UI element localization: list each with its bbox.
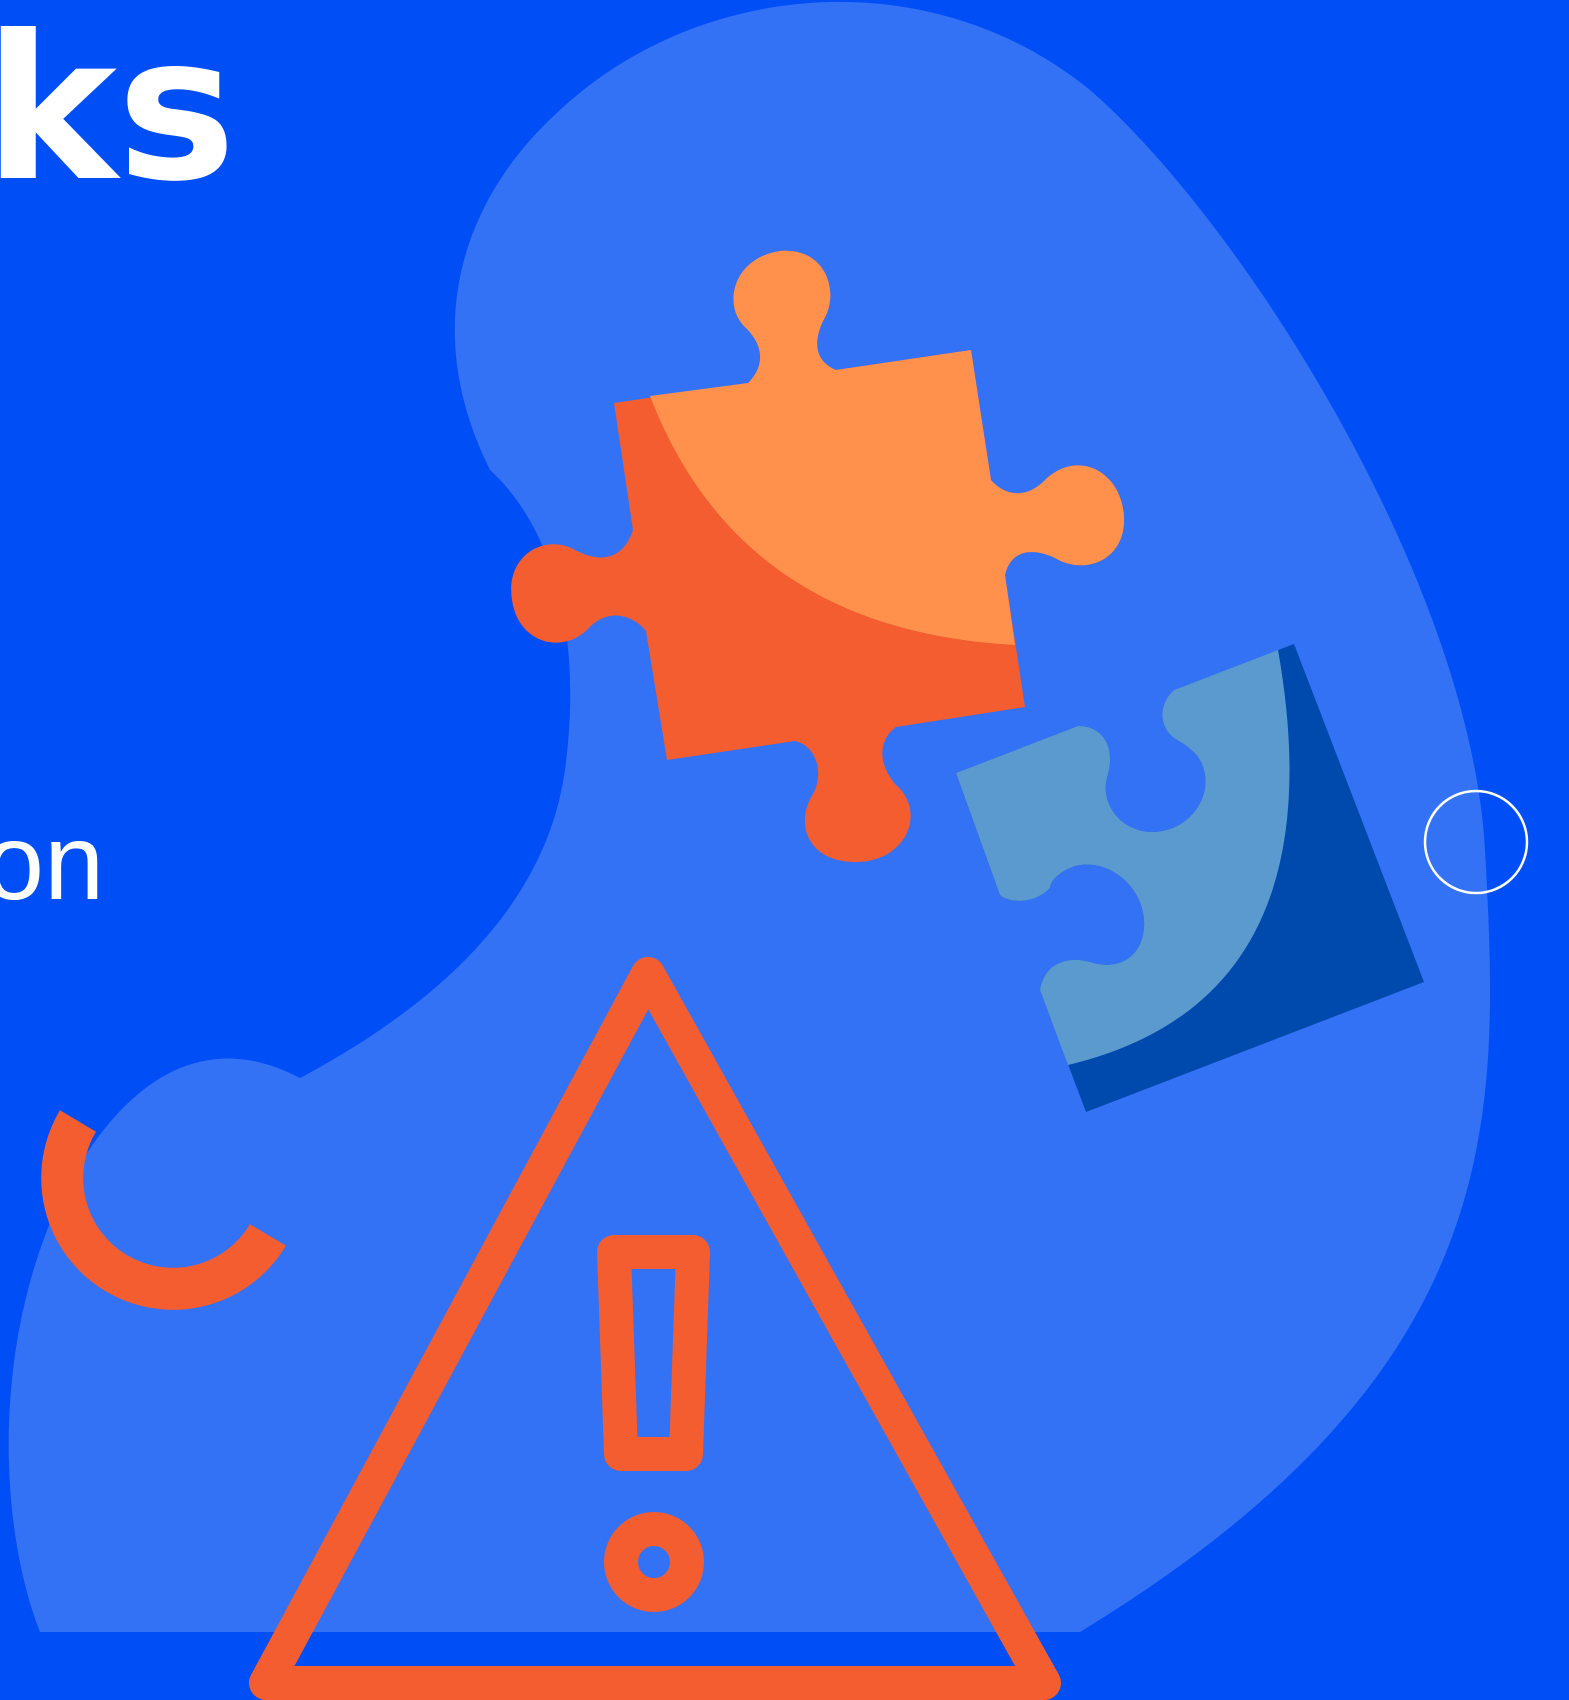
headline-text: ks	[0, 0, 237, 226]
illustration	[8, 1, 1529, 1700]
subline-text: on	[0, 801, 105, 922]
